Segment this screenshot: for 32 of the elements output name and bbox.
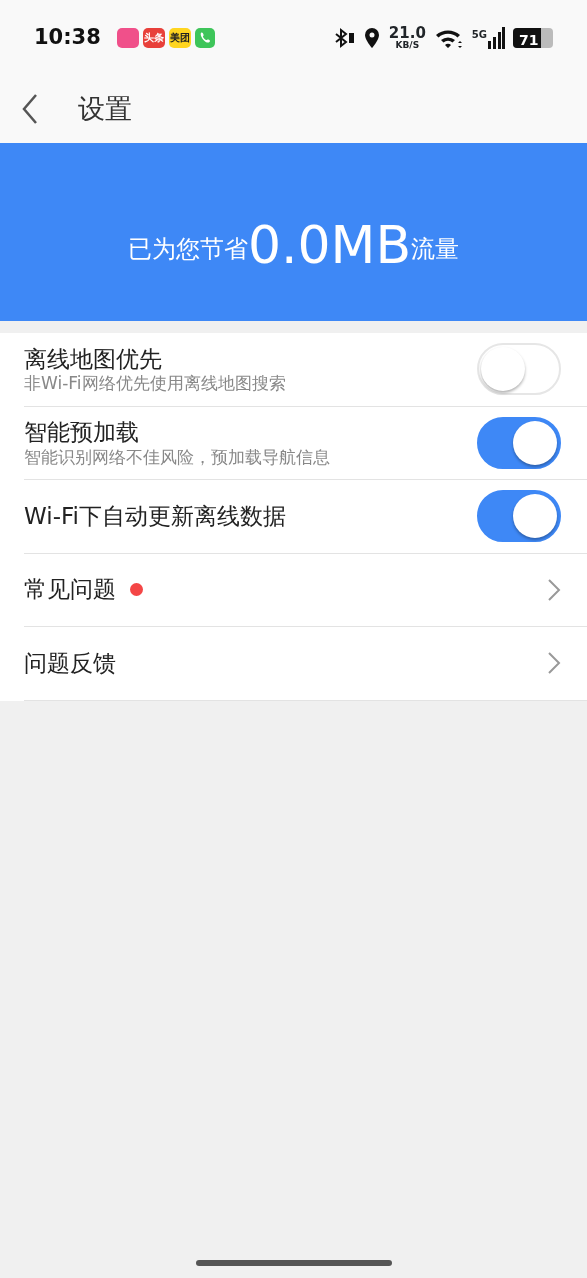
notification-app-icon: 美团 xyxy=(168,27,191,48)
setting-title: 智能预加载 xyxy=(24,418,139,447)
battery-percent: 71 xyxy=(518,31,539,48)
banner-text: 已为您节省 xyxy=(127,235,248,263)
notification-app-icon: 头条 xyxy=(142,27,165,48)
notification-app-icon xyxy=(116,27,139,48)
setting-description: 非Wi-Fi网络优先使用离线地图搜索 xyxy=(24,373,286,394)
phone-icon xyxy=(194,27,215,48)
setting-title: 常见问题 xyxy=(24,575,116,605)
chevron-right-icon xyxy=(547,651,561,676)
setting-description: 智能识别网络不佳风险，预加载导航信息 xyxy=(24,446,330,468)
setting-row[interactable]: 离线地图优先 非Wi-Fi网络优先使用离线地图搜索 xyxy=(24,333,587,407)
setting-row[interactable]: 智能预加载 智能识别网络不佳风险，预加载导航信息 xyxy=(24,406,587,480)
setting-row[interactable]: 问题反馈 xyxy=(24,627,587,701)
network-type: 5G xyxy=(471,27,487,42)
saved-amount: 0.0MB xyxy=(247,219,412,271)
setting-title: 离线地图优先 xyxy=(24,344,162,374)
back-icon[interactable] xyxy=(20,93,40,125)
toggle-switch[interactable] xyxy=(477,416,561,469)
setting-row[interactable]: 常见问题 xyxy=(24,553,587,627)
setting-row[interactable]: Wi-Fi下自动更新离线数据 xyxy=(24,480,587,554)
location-icon xyxy=(362,26,381,49)
signal-icon xyxy=(487,26,505,49)
net-speed: 21.0 xyxy=(388,25,426,41)
toggle-switch[interactable] xyxy=(477,490,561,543)
net-speed-unit: KB/S xyxy=(395,40,420,50)
setting-title: Wi-Fi下自动更新离线数据 xyxy=(24,501,286,531)
page-title: 设置 xyxy=(78,91,132,126)
chevron-right-icon xyxy=(547,577,561,602)
status-time: 10:38 xyxy=(34,23,101,51)
banner-text: 流量 xyxy=(411,235,460,263)
setting-title: 问题反馈 xyxy=(24,648,116,678)
